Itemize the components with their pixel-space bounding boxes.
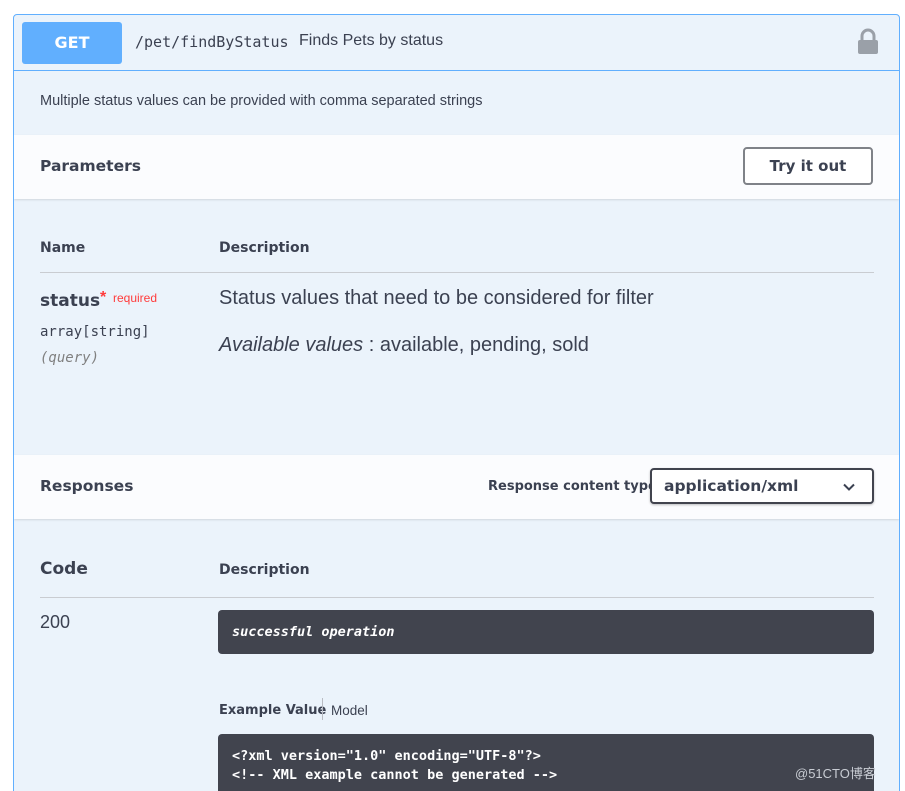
response-description: successful operation — [232, 624, 395, 640]
parameters-col-description: Description — [219, 240, 310, 256]
parameter-description: Status values that need to be considered… — [219, 287, 654, 309]
parameter-available-values: Available values : available, pending, s… — [219, 334, 589, 357]
operation-description-area: Multiple status values can be provided w… — [14, 72, 899, 135]
parameters-header: Parameters Try it out — [14, 135, 899, 199]
example-value-code-box: <?xml version="1.0" encoding="UTF-8"?> <… — [218, 734, 874, 791]
responses-title: Responses — [40, 477, 134, 495]
parameter-name: status — [40, 291, 101, 311]
lock-icon[interactable] — [856, 28, 880, 56]
chevron-down-icon — [843, 483, 855, 491]
operation-block-get-find-by-status: GET /pet/findByStatus Finds Pets by stat… — [13, 14, 900, 791]
example-line: <!-- XML example cannot be generated --> — [232, 767, 558, 783]
operation-description: Multiple status values can be provided w… — [40, 93, 483, 109]
example-line: <?xml version="1.0" encoding="UTF-8"?> — [232, 748, 541, 764]
operation-path[interactable]: /pet/findByStatus — [135, 33, 289, 51]
tab-separator — [322, 698, 323, 720]
parameters-col-name: Name — [40, 240, 86, 256]
parameter-type: array[string] — [40, 324, 150, 340]
operation-summary-text[interactable]: Finds Pets by status — [299, 32, 443, 50]
http-method-badge[interactable]: GET — [22, 22, 122, 64]
response-description-box: successful operation — [218, 610, 874, 654]
parameter-location: (query) — [40, 350, 100, 366]
parameters-divider — [40, 272, 874, 273]
responses-col-code: Code — [40, 559, 88, 579]
available-values-label: Available values — [219, 334, 364, 356]
try-it-out-button[interactable]: Try it out — [743, 147, 873, 185]
parameters-title: Parameters — [40, 157, 141, 175]
example-value-tab[interactable]: Example Value — [219, 703, 326, 718]
watermark: @51CTO博客 — [795, 766, 876, 781]
responses-header: Responses Response content type applicat… — [14, 455, 899, 519]
responses-divider — [40, 597, 874, 598]
operation-summary[interactable]: GET /pet/findByStatus Finds Pets by stat… — [14, 15, 899, 71]
responses-col-description: Description — [219, 562, 310, 578]
required-asterisk: * — [100, 289, 107, 306]
response-code: 200 — [40, 612, 71, 632]
required-label: required — [113, 291, 158, 305]
available-values-list: : available, pending, sold — [368, 334, 589, 356]
model-tab[interactable]: Model — [331, 703, 368, 718]
response-content-type-value: application/xml — [664, 477, 799, 495]
response-content-type-label: Response content type — [488, 479, 657, 494]
response-content-type-select[interactable]: application/xml — [650, 468, 874, 504]
